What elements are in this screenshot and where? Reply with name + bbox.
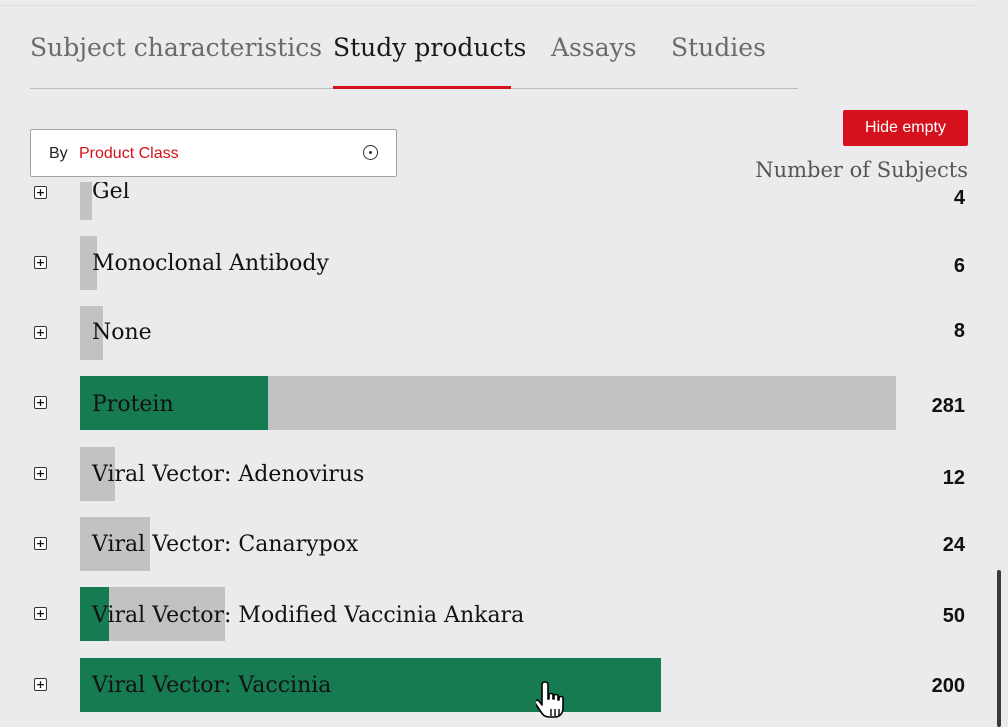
- hide-empty-button[interactable]: Hide empty: [843, 110, 968, 146]
- tab-studies[interactable]: Studies: [671, 33, 766, 62]
- row-label: Viral Vector: Modified Vaccinia Ankara: [92, 603, 525, 628]
- row-count: 8: [953, 320, 965, 342]
- expand-icon[interactable]: +: [34, 537, 47, 550]
- expand-icon[interactable]: +: [34, 256, 47, 269]
- tab-assays[interactable]: Assays: [551, 33, 637, 62]
- row-label: Monoclonal Antibody: [92, 251, 329, 276]
- row-count: 281: [931, 395, 965, 417]
- row-label: None: [92, 320, 152, 345]
- expand-icon[interactable]: +: [34, 678, 47, 691]
- expand-icon[interactable]: +: [34, 396, 47, 409]
- expand-icon[interactable]: +: [34, 607, 47, 620]
- group-by-dropdown[interactable]: By Product Class: [30, 129, 397, 177]
- dropdown-value: Product Class: [79, 145, 179, 162]
- hand-pointer-icon: [536, 681, 564, 718]
- row-count: 24: [942, 534, 965, 556]
- list-item[interactable]: + Viral Vector: Vaccinia 200: [0, 658, 1008, 712]
- dropdown-prefix: By: [49, 145, 68, 162]
- list-item[interactable]: + Monoclonal Antibody 6: [0, 236, 1008, 290]
- total-bar: [80, 182, 92, 220]
- list-item[interactable]: + Viral Vector: Modified Vaccinia Ankara 5…: [0, 587, 1008, 641]
- row-label: Protein: [92, 392, 174, 417]
- list-item[interactable]: + Viral Vector: Canarypox 24: [0, 517, 1008, 571]
- product-class-list[interactable]: + Gel 4 + Monoclonal Antibody 6 + None 8 + Protein…: [0, 182, 1008, 727]
- tab-subject-characteristics[interactable]: Subject characteristics: [30, 33, 322, 62]
- row-label: Viral Vector: Canarypox: [92, 532, 359, 557]
- list-item[interactable]: + Gel 4: [0, 182, 1008, 220]
- expand-icon[interactable]: +: [34, 467, 47, 480]
- row-count: 50: [942, 605, 965, 627]
- dropdown-chevron-icon[interactable]: [363, 145, 378, 160]
- expand-icon[interactable]: +: [34, 326, 47, 339]
- list-item[interactable]: + Viral Vector: Adenovirus 12: [0, 447, 1008, 501]
- row-count: 200: [931, 675, 965, 697]
- row-count: 6: [953, 255, 965, 277]
- list-item[interactable]: + Protein 281: [0, 376, 1008, 430]
- row-count: 4: [953, 187, 965, 209]
- tab-study-products[interactable]: Study products: [333, 33, 526, 62]
- active-tab-indicator: [333, 86, 511, 89]
- row-label: Viral Vector: Adenovirus: [92, 462, 365, 487]
- list-item[interactable]: + None 8: [0, 306, 1008, 360]
- scrollbar[interactable]: [997, 570, 1001, 727]
- number-of-subjects-header: Number of Subjects: [755, 158, 968, 182]
- row-count: 12: [942, 467, 965, 489]
- tab-bar: Subject characteristics Study products A…: [30, 0, 798, 89]
- row-label: Gel: [92, 182, 130, 204]
- row-label: Viral Vector: Vaccinia: [92, 673, 332, 698]
- expand-icon[interactable]: +: [34, 186, 47, 199]
